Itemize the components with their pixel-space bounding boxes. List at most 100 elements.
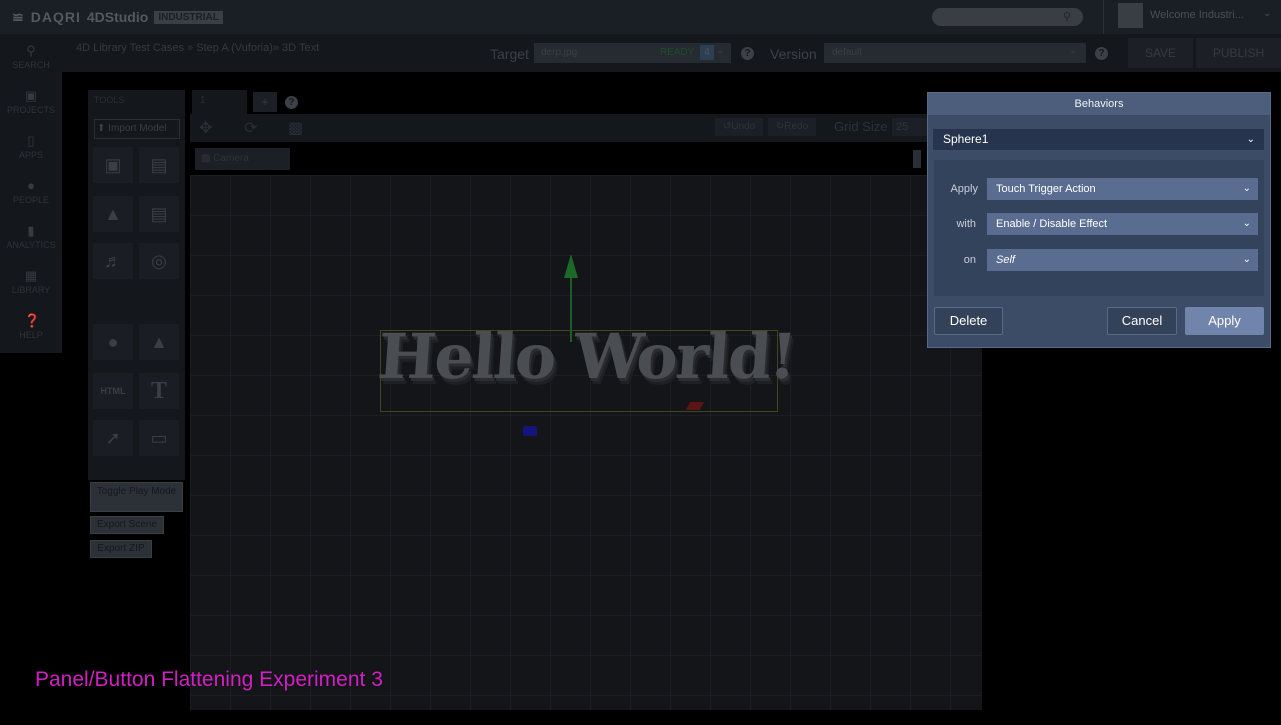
redo-label: Redo xyxy=(784,121,809,132)
target-label: Target xyxy=(490,46,529,62)
camera-icon: ▩ xyxy=(201,153,211,164)
chevron-down-icon[interactable]: ⌄ xyxy=(1263,8,1271,19)
effect-select[interactable]: Enable / Disable Effect ⌄ xyxy=(987,213,1258,235)
arrow-tool-icon[interactable]: ➚ xyxy=(93,420,133,456)
chevron-down-icon[interactable]: ⌄ xyxy=(716,45,724,56)
camera-label: Camera xyxy=(213,153,249,164)
effect-value: Enable / Disable Effect xyxy=(996,218,1108,230)
rotate-icon[interactable]: ⟳ xyxy=(244,118,257,138)
callout-tool-icon[interactable]: ▭ xyxy=(139,420,179,456)
publish-button[interactable]: PUBLISH xyxy=(1196,38,1281,68)
y-axis-arrow-icon[interactable] xyxy=(564,254,578,278)
left-nav: ⚲ SEARCH ▣ PROJECTS ▯ APPS ● PEOPLE ▮ AN… xyxy=(0,38,62,353)
chevron-down-icon[interactable]: ⌄ xyxy=(1069,45,1077,56)
grid-size-input[interactable]: 25 xyxy=(892,118,932,136)
nav-people[interactable]: ● PEOPLE xyxy=(0,173,62,217)
nav-label: LIBRARY xyxy=(11,285,51,295)
image-tool-icon[interactable]: ▣ xyxy=(93,147,133,183)
sphere-tool-icon[interactable]: ● xyxy=(93,324,133,360)
nav-label: APPS xyxy=(18,150,43,160)
edition-badge: INDUSTRIAL xyxy=(154,10,223,24)
save-button[interactable]: SAVE xyxy=(1128,38,1193,68)
import-model-button[interactable]: ⬆ Import Model xyxy=(94,119,180,139)
scene-3d-text[interactable]: Hello World! xyxy=(375,320,797,393)
tab-help-icon[interactable]: ? xyxy=(285,96,298,109)
nav-label: PEOPLE xyxy=(12,195,50,205)
apply-button[interactable]: Apply xyxy=(1185,307,1264,335)
version-value: default xyxy=(832,47,863,58)
library-icon: ▦ xyxy=(24,268,38,283)
tools-title: TOOLS xyxy=(94,95,125,105)
trigger-select[interactable]: Touch Trigger Action ⌄ xyxy=(987,178,1258,200)
nav-label: ANALYTICS xyxy=(6,240,56,250)
logo[interactable]: ≌ DAQRI 4DStudio INDUSTRIAL xyxy=(12,8,223,26)
video-tool-icon[interactable]: ▤ xyxy=(139,147,179,183)
nav-label: HELP xyxy=(19,330,43,340)
welcome-text[interactable]: Welcome Industri... xyxy=(1150,9,1244,21)
chevron-down-icon: ⌄ xyxy=(1246,134,1255,145)
target-object-value: Self xyxy=(996,254,1015,266)
experiment-label: Panel/Button Flattening Experiment 3 xyxy=(35,668,383,691)
undo-icon: ↺ xyxy=(722,121,732,132)
undo-label: Undo xyxy=(731,121,756,132)
grid-size-label: Grid Size xyxy=(834,119,888,134)
tab-scene-1[interactable]: 1 xyxy=(192,90,247,114)
add-tab-button[interactable]: + xyxy=(253,92,277,112)
version-help-icon[interactable]: ? xyxy=(1095,47,1108,60)
target-count-badge: 4 xyxy=(700,45,714,60)
nav-help[interactable]: ❓ HELP xyxy=(0,308,62,352)
upload-icon: ⬆ xyxy=(97,123,106,134)
version-select[interactable] xyxy=(824,43,1086,63)
import-model-label: Import Model xyxy=(108,123,167,134)
undo-button[interactable]: ↺Undo xyxy=(715,118,763,136)
bar-chart-icon: ▮ xyxy=(27,223,35,238)
nav-apps[interactable]: ▯ APPS xyxy=(0,128,62,172)
briefcase-icon: ▣ xyxy=(24,88,38,103)
divider xyxy=(1103,0,1104,34)
object-value: Sphere1 xyxy=(943,132,989,146)
nav-projects[interactable]: ▣ PROJECTS xyxy=(0,83,62,127)
phone-icon: ▯ xyxy=(27,133,35,148)
audio-tool-icon[interactable]: ♬ xyxy=(93,243,133,279)
chevron-down-icon: ⌄ xyxy=(1242,218,1251,229)
target-tool-icon[interactable]: ◎ xyxy=(139,243,179,279)
z-axis-gizmo[interactable] xyxy=(523,426,537,436)
person-icon: ● xyxy=(27,178,35,193)
panel-toggle-icon[interactable] xyxy=(913,150,921,168)
target-status: READY xyxy=(660,47,695,58)
help-icon: ❓ xyxy=(24,313,41,328)
redo-button[interactable]: ↻Redo xyxy=(768,118,816,136)
with-label: with xyxy=(956,218,976,230)
product-name: 4DStudio xyxy=(86,9,149,25)
toggle-play-mode-button[interactable]: Toggle Play Mode xyxy=(90,482,183,512)
search-icon: ⚲ xyxy=(1062,11,1071,23)
avatar[interactable] xyxy=(1118,3,1143,28)
object-select[interactable]: Sphere1 ⌄ xyxy=(933,129,1264,150)
delete-button[interactable]: Delete xyxy=(934,307,1003,335)
export-scene-button[interactable]: Export Scene xyxy=(90,516,164,534)
nav-analytics[interactable]: ▮ ANALYTICS xyxy=(0,218,62,262)
search-icon: ⚲ xyxy=(26,43,36,58)
export-zip-button[interactable]: Export ZIP xyxy=(90,540,152,558)
target-help-icon[interactable]: ? xyxy=(741,47,754,60)
target-object-select[interactable]: Self ⌄ xyxy=(987,249,1258,271)
html-tool-icon[interactable]: HTML xyxy=(93,373,133,409)
move-icon[interactable]: ✥ xyxy=(199,118,212,138)
scale-icon[interactable]: ▩ xyxy=(288,118,303,138)
3d-viewport[interactable] xyxy=(190,175,982,710)
chevron-down-icon: ⌄ xyxy=(1242,183,1251,194)
target-value: derp.jpg xyxy=(541,47,578,58)
global-search-input[interactable]: ⚲ xyxy=(932,8,1083,26)
document-tool-icon[interactable]: ▤ xyxy=(139,196,179,232)
y-axis-gizmo[interactable] xyxy=(570,276,572,342)
text-tool-icon[interactable]: T xyxy=(139,373,179,409)
cancel-button[interactable]: Cancel xyxy=(1107,307,1177,335)
nav-search[interactable]: ⚲ SEARCH xyxy=(0,38,62,82)
breadcrumb[interactable]: 4D Library Test Cases » Step A (Vuforia)… xyxy=(76,42,319,54)
nav-label: PROJECTS xyxy=(6,105,55,115)
camera-button[interactable]: ▩ Camera xyxy=(195,148,290,170)
model-tool-icon[interactable]: ▲ xyxy=(93,196,133,232)
cone-tool-icon[interactable]: ▲ xyxy=(139,324,179,360)
redo-icon: ↻ xyxy=(775,121,785,132)
nav-library[interactable]: ▦ LIBRARY xyxy=(0,263,62,307)
